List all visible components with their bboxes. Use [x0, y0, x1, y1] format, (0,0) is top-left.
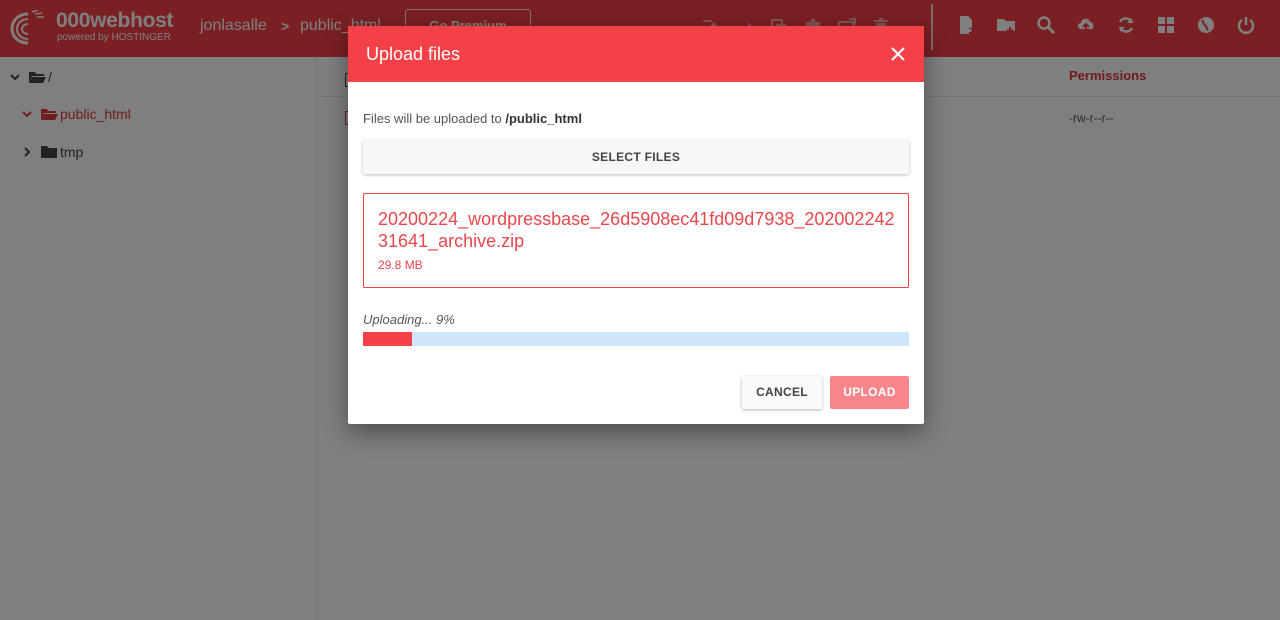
- upload-destination-text: Files will be uploaded to /public_html: [363, 111, 582, 126]
- selected-file-card: 20200224_wordpressbase_26d5908ec41fd09d7…: [363, 193, 909, 288]
- upload-button[interactable]: UPLOAD: [830, 376, 909, 409]
- upload-dialog: Upload files Files will be uploaded to /…: [348, 26, 924, 424]
- close-icon[interactable]: [888, 44, 908, 64]
- cancel-button[interactable]: CANCEL: [742, 376, 822, 409]
- upload-progress-bar: [363, 332, 909, 346]
- dialog-header: Upload files: [348, 26, 924, 82]
- upload-destination-prefix: Files will be uploaded to: [363, 111, 502, 126]
- selected-file-name: 20200224_wordpressbase_26d5908ec41fd09d7…: [378, 209, 895, 251]
- select-files-button[interactable]: SELECT FILES: [363, 140, 909, 174]
- dialog-title: Upload files: [366, 44, 461, 64]
- upload-status-text: Uploading... 9%: [363, 312, 455, 327]
- upload-progress-fill: [363, 332, 413, 346]
- upload-destination-path: /public_html: [505, 111, 582, 126]
- selected-file-size: 29.8 MB: [378, 258, 423, 272]
